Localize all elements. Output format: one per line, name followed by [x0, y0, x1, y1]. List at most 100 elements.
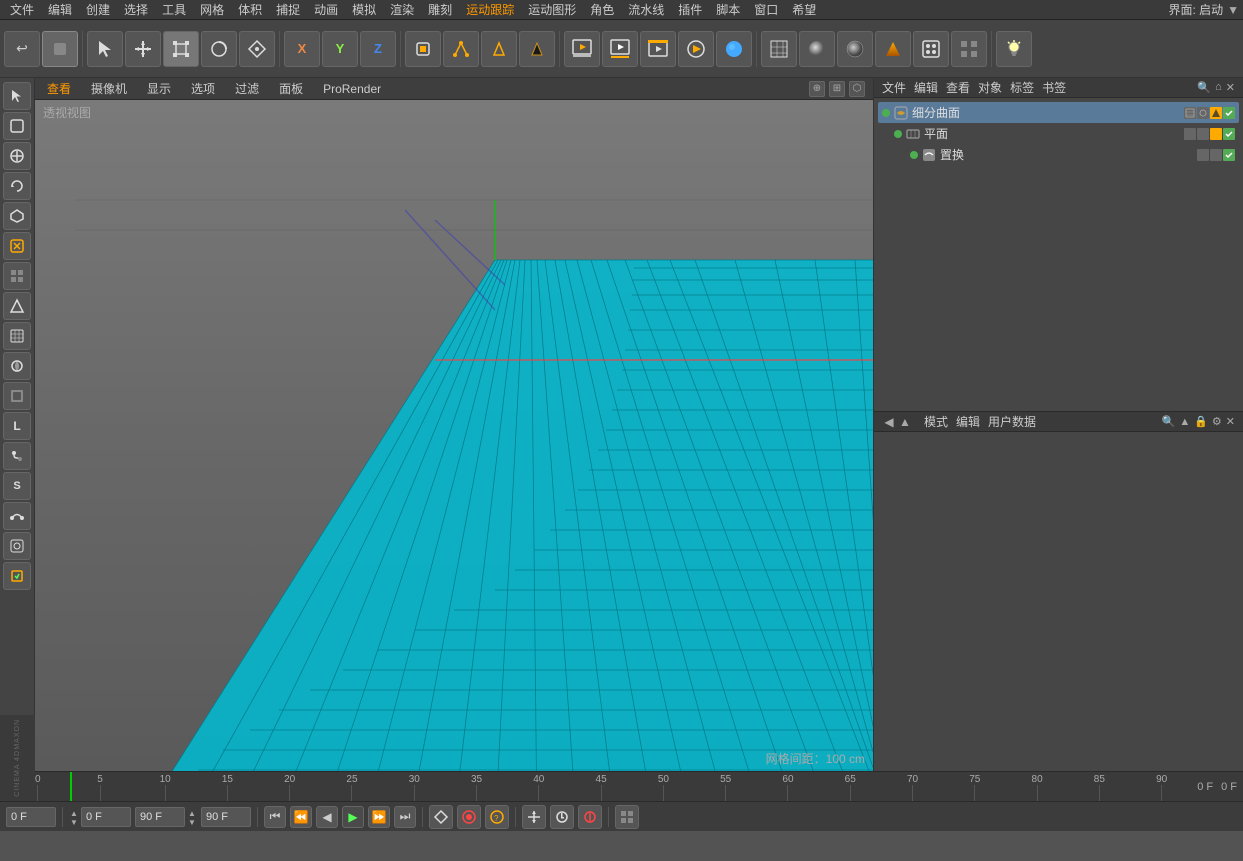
disp-icon-b[interactable] [1210, 149, 1222, 161]
select-mode-button[interactable] [87, 31, 123, 67]
menu-sculpt[interactable]: 雕刻 [422, 0, 458, 19]
timeline-tick-40[interactable]: 40 [533, 772, 544, 801]
attr-nav-back[interactable]: ◀ [882, 415, 896, 429]
timeline-tick-80[interactable]: 80 [1032, 772, 1043, 801]
menu-volume[interactable]: 体积 [232, 0, 268, 19]
viewport-menu-prorender[interactable]: ProRender [319, 82, 385, 96]
timeline-tick-75[interactable]: 75 [969, 772, 980, 801]
viewport-menu-filter[interactable]: 过滤 [231, 80, 263, 97]
attr-search-btn[interactable]: 🔍 [1162, 415, 1176, 428]
timeline-tick-0[interactable]: 0 [35, 772, 41, 801]
tree-item-subdivision[interactable]: 细分曲面 [878, 102, 1239, 123]
viewport-menu-camera[interactable]: 摄像机 [87, 80, 131, 97]
left-tool-6[interactable] [3, 262, 31, 290]
viewport-fullscreen-btn[interactable]: ⬡ [849, 81, 865, 97]
timeline-tick-25[interactable]: 25 [346, 772, 357, 801]
wireframe-button[interactable] [761, 31, 797, 67]
timeline-tick-35[interactable]: 35 [471, 772, 482, 801]
record-button[interactable] [457, 805, 481, 829]
timeline-tick-15[interactable]: 15 [222, 772, 233, 801]
current-frame-field[interactable]: 0 F [6, 807, 56, 827]
tree-item-plane[interactable]: 平面 [878, 123, 1239, 144]
x-axis-button[interactable]: X [284, 31, 320, 67]
timeline-ruler[interactable]: 0510152025303540455055606570758085900 F [35, 772, 1215, 801]
plane-icon-b[interactable] [1197, 128, 1209, 140]
timeline-tick-60[interactable]: 60 [782, 772, 793, 801]
timeline-tick-45[interactable]: 45 [596, 772, 607, 801]
menu-pipeline[interactable]: 流水线 [622, 0, 670, 19]
menu-animate[interactable]: 动画 [308, 0, 344, 19]
rp-menu-tag[interactable]: 标签 [1010, 79, 1034, 96]
start-frame-field[interactable]: 0 F [81, 807, 131, 827]
timeline-button[interactable] [550, 805, 574, 829]
keyframe-button[interactable] [429, 805, 453, 829]
transform-button[interactable] [239, 31, 275, 67]
render-picture-viewer-button[interactable] [602, 31, 638, 67]
timeline-tick-70[interactable]: 70 [907, 772, 918, 801]
y-axis-button[interactable]: Y [322, 31, 358, 67]
disp-icon-a[interactable] [1197, 149, 1209, 161]
rp-menu-bookmark[interactable]: 书签 [1042, 79, 1066, 96]
edge-mode-button[interactable] [481, 31, 517, 67]
rp-menu-view[interactable]: 查看 [946, 79, 970, 96]
attr-menu-userdata[interactable]: 用户数据 [988, 413, 1036, 430]
step-forward-button[interactable]: ⏩ [368, 806, 390, 828]
menu-tools[interactable]: 工具 [156, 0, 192, 19]
attr-menu-mode[interactable]: 模式 [924, 413, 948, 430]
timeline-tick-20[interactable]: 20 [284, 772, 295, 801]
plane-icon-d[interactable] [1223, 128, 1235, 140]
obj-icon-d[interactable] [1223, 107, 1235, 119]
timeline-tick-10[interactable]: 10 [160, 772, 171, 801]
rp-home-btn[interactable]: ⌂ [1215, 81, 1222, 94]
gouraud-shading-lines-button[interactable] [837, 31, 873, 67]
disp-icon-c[interactable] [1223, 149, 1235, 161]
menu-plugins[interactable]: 插件 [672, 0, 708, 19]
viewport[interactable]: 查看 摄像机 显示 选项 过滤 面板 ProRender ⊕ ⊞ ⬡ 透视视图 [35, 78, 873, 771]
menu-script[interactable]: 脚本 [710, 0, 746, 19]
viewport-menu-panel[interactable]: 面板 [275, 80, 307, 97]
play-forward-button[interactable]: ▶ [342, 806, 364, 828]
point-mode-button[interactable] [443, 31, 479, 67]
menu-mograph[interactable]: 运动图形 [522, 0, 582, 19]
left-tool-16[interactable] [3, 562, 31, 590]
left-tool-10[interactable] [3, 382, 31, 410]
polygon-mode-button[interactable] [519, 31, 555, 67]
menu-file[interactable]: 文件 [4, 0, 40, 19]
menu-motion-tracker[interactable]: 运动跟踪 [460, 0, 520, 19]
rp-close-btn[interactable]: ✕ [1226, 81, 1235, 94]
attr-nav-forward[interactable]: ▲ [898, 415, 912, 429]
menu-help[interactable]: 希望 [786, 0, 822, 19]
viewport-canvas[interactable]: Y X 网格间距：100 cm [35, 100, 873, 771]
go-to-start-button[interactable]: ⏮ [264, 806, 286, 828]
viewport-menu-options[interactable]: 选项 [187, 80, 219, 97]
menu-select[interactable]: 选择 [118, 0, 154, 19]
end-frame-field[interactable]: 90 F [135, 807, 185, 827]
light-button[interactable] [996, 31, 1032, 67]
attr-close-btn[interactable]: ✕ [1226, 415, 1235, 428]
timeline-tick-50[interactable]: 50 [658, 772, 669, 801]
left-tool-1[interactable] [3, 112, 31, 140]
left-tool-9[interactable] [3, 352, 31, 380]
move-tool-transport[interactable] [522, 805, 546, 829]
menu-mesh[interactable]: 网格 [194, 0, 230, 19]
z-axis-button[interactable]: Z [360, 31, 396, 67]
left-tool-8[interactable] [3, 322, 31, 350]
menu-edit[interactable]: 编辑 [42, 0, 78, 19]
move-button[interactable] [125, 31, 161, 67]
left-tool-11[interactable]: L [3, 412, 31, 440]
display-settings-button[interactable] [913, 31, 949, 67]
attr-up-btn[interactable]: ▲ [1179, 416, 1190, 428]
gouraud-shading-button[interactable] [799, 31, 835, 67]
grid-view-button[interactable] [615, 805, 639, 829]
left-tool-5[interactable] [3, 232, 31, 260]
plane-icon-c[interactable] [1210, 128, 1222, 140]
timeline-tick-85[interactable]: 85 [1094, 772, 1105, 801]
left-tool-0[interactable] [3, 82, 31, 110]
timeline-tick-30[interactable]: 30 [409, 772, 420, 801]
interactive-render-button[interactable] [678, 31, 714, 67]
menu-create[interactable]: 创建 [80, 0, 116, 19]
left-tool-4[interactable] [3, 202, 31, 230]
rp-menu-edit[interactable]: 编辑 [914, 79, 938, 96]
left-tool-12[interactable] [3, 442, 31, 470]
menu-simulate[interactable]: 模拟 [346, 0, 382, 19]
